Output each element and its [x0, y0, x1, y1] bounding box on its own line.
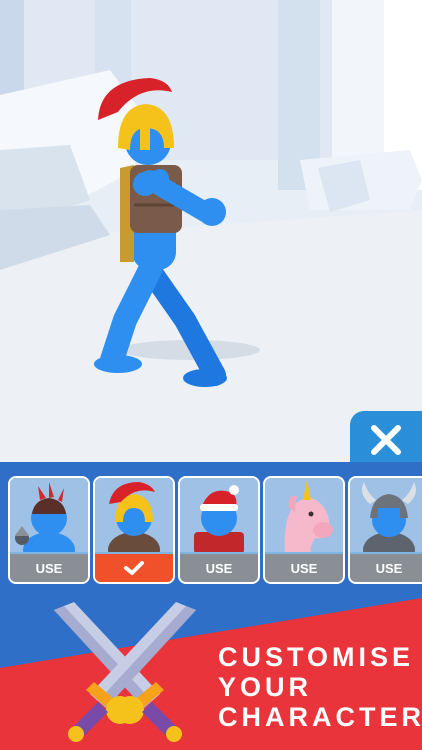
spartan-helmet-preview — [95, 478, 173, 552]
skin-card-spiked-helmet[interactable]: USE — [8, 476, 90, 584]
crossed-swords-icon — [54, 602, 196, 742]
santa-hat-preview — [180, 478, 258, 552]
spiked-helmet-preview — [10, 478, 88, 552]
promo-line-3: CHARACTER — [218, 702, 422, 732]
use-button[interactable]: USE — [265, 554, 343, 582]
selected-button[interactable] — [95, 554, 173, 582]
skin-card-viking-helmet[interactable]: USE — [348, 476, 422, 584]
skin-card-santa-hat[interactable]: USE — [178, 476, 260, 584]
unicorn-head-preview — [265, 478, 343, 552]
game-scene — [0, 0, 422, 462]
use-button[interactable]: USE — [10, 554, 88, 582]
close-icon — [371, 425, 401, 455]
checkmark-icon — [124, 561, 144, 575]
close-button[interactable] — [350, 411, 422, 469]
skin-list: USE USE USE USE — [0, 476, 422, 598]
skin-card-spartan-helmet[interactable] — [93, 476, 175, 584]
promo-line-1: CUSTOMISE — [218, 642, 415, 672]
use-button[interactable]: USE — [180, 554, 258, 582]
promo-text: CUSTOMISE YOUR CHARACTER — [218, 642, 422, 732]
use-button[interactable]: USE — [350, 554, 422, 582]
promo-line-2: YOUR — [218, 672, 313, 702]
skin-card-unicorn-head[interactable]: USE — [263, 476, 345, 584]
viking-helmet-preview — [350, 478, 422, 552]
